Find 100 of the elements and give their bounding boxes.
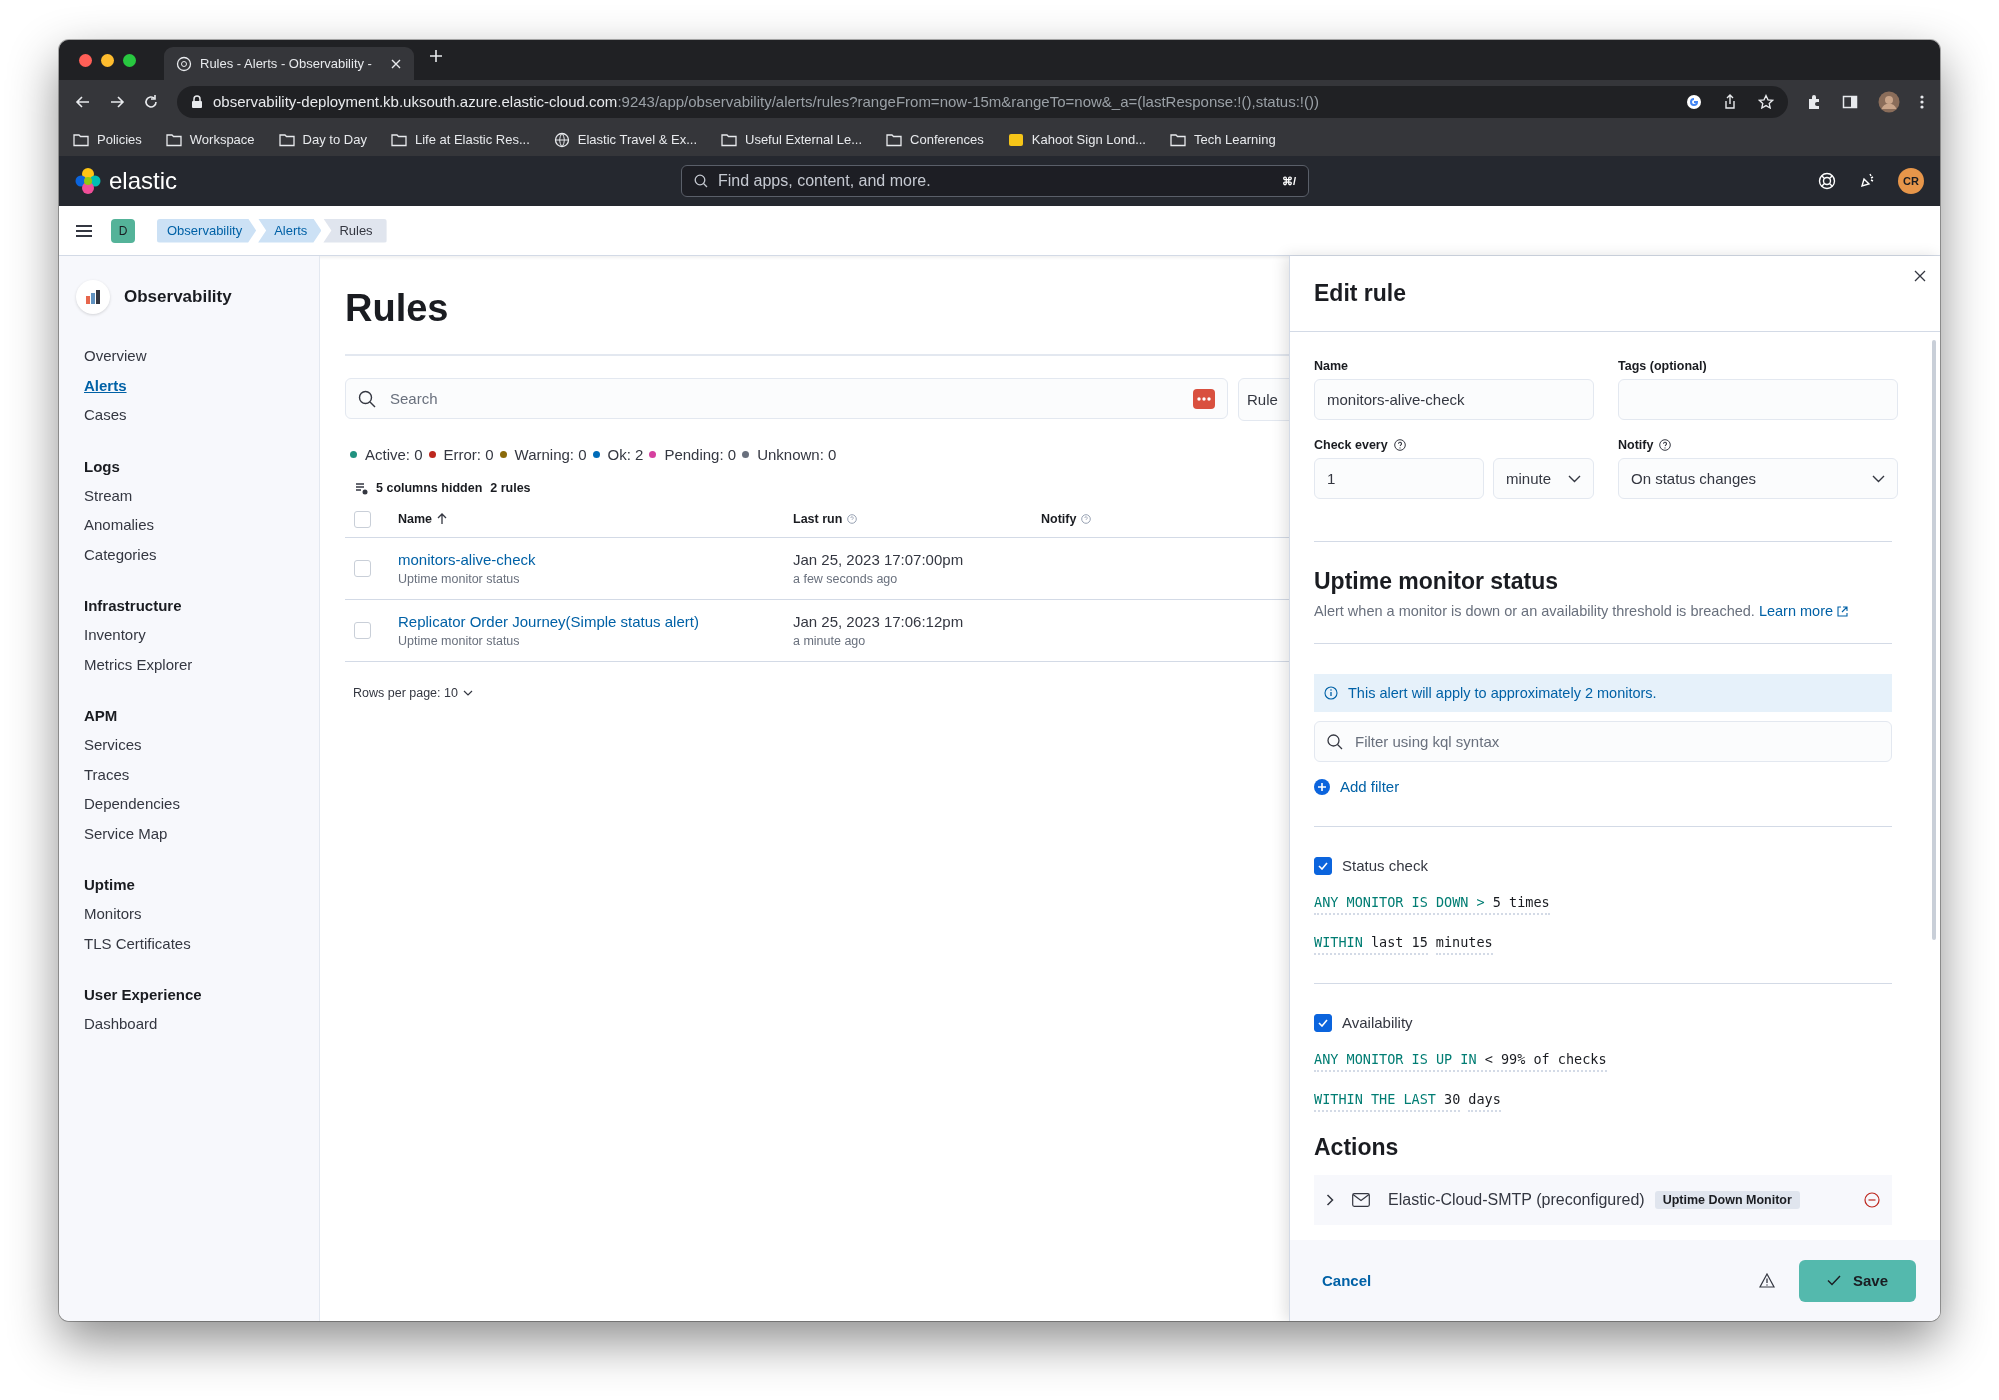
share-icon[interactable] [1722, 93, 1738, 110]
globe-icon [553, 131, 570, 148]
user-avatar[interactable]: CR [1898, 168, 1924, 194]
help-icon[interactable] [1659, 439, 1672, 451]
filter-field[interactable]: Filter using kql syntax [1314, 721, 1892, 762]
nav-link[interactable]: Monitors [84, 904, 142, 934]
expression-button[interactable]: minutes [1435, 933, 1493, 955]
nav-link[interactable]: Inventory [84, 625, 146, 655]
rule-name-link[interactable]: Replicator Order Journey(Simple status alert) [398, 613, 699, 630]
remove-icon[interactable] [1864, 1191, 1880, 1208]
field-label: Tags (optional) [1618, 359, 1707, 373]
star-icon[interactable] [1758, 93, 1774, 110]
search-field[interactable]: Find apps, content, and more. ⌘/ [681, 165, 1309, 197]
column-header[interactable]: Notify [1041, 512, 1077, 526]
row-checkbox[interactable] [354, 622, 371, 639]
flyout-title: Edit rule [1314, 280, 1406, 307]
window-control[interactable] [79, 53, 92, 67]
chevron-icon[interactable] [1326, 1193, 1334, 1206]
column-header[interactable]: Name [398, 512, 433, 526]
caret-icon [1872, 474, 1885, 483]
search-field[interactable]: Search [345, 378, 1228, 419]
warning-icon[interactable] [1759, 1273, 1775, 1288]
bookmark[interactable]: Policies [73, 131, 142, 148]
tags-field[interactable] [1618, 379, 1898, 420]
hidden-columns-count[interactable]: 5 columns hidden [376, 481, 483, 495]
bar-chart-icon [85, 289, 101, 305]
checkbox[interactable] [1314, 856, 1332, 875]
expression-button[interactable]: ANY MONITOR IS UP IN < 99% of checks [1314, 1050, 1607, 1072]
bookmark[interactable]: Elastic Travel & Ex... [553, 131, 697, 148]
nav-link[interactable]: Anomalies [84, 515, 155, 545]
window-control[interactable] [101, 53, 114, 67]
interval-field[interactable]: 1 [1314, 458, 1484, 499]
nav-link[interactable]: Cases [84, 405, 127, 435]
elastic-logo-icon[interactable] [75, 167, 101, 195]
nav-link[interactable]: Alerts [84, 375, 127, 405]
select-all-checkbox[interactable] [354, 510, 371, 528]
breadcrumb[interactable]: Rules [323, 218, 387, 243]
space-avatar[interactable]: D [111, 218, 135, 243]
scrollbar[interactable] [1932, 340, 1936, 940]
check-icon [1826, 1275, 1841, 1286]
breadcrumb[interactable]: Observability [157, 218, 257, 243]
column-header[interactable]: Last run [793, 512, 843, 526]
more-icon[interactable] [1193, 388, 1215, 409]
nav-link[interactable]: TLS Certificates [84, 933, 191, 963]
address-bar[interactable]: observability-deployment.kb.uksouth.azure.elastic-cloud.com:9243/app/observability/alerts/rules?rangeFrom=now-15m&rangeTo=now&_a=(lastResponse:!(),status:!()) [177, 85, 1788, 118]
nav-link[interactable]: Stream [84, 485, 133, 515]
rows-per-page-button[interactable]: Rows per page: 10 [353, 686, 473, 700]
rule-status-filter[interactable]: Rule [1238, 378, 1289, 421]
nav-link[interactable]: Categories [84, 544, 157, 574]
close-icon[interactable] [1914, 270, 1926, 282]
bookmark[interactable]: Workspace [165, 131, 255, 148]
expression-button[interactable]: WITHIN last 15 [1314, 933, 1428, 955]
cancel-button[interactable]: Cancel [1322, 1272, 1372, 1289]
bookmark[interactable]: Tech Learning [1170, 131, 1276, 148]
callout-message: This alert will apply to approximately 2 monitors. [1348, 685, 1657, 701]
last-run-time: Jan 25, 2023 17:06:12pm [793, 613, 964, 630]
nav-link[interactable]: Service Map [84, 823, 168, 853]
rule-name-link[interactable]: monitors-alive-check [398, 551, 536, 568]
back-icon[interactable] [75, 93, 91, 110]
status-count: Unknown: 0 [757, 446, 837, 463]
interval-unit-select[interactable]: minute [1493, 458, 1594, 499]
add-filter-button[interactable]: Add filter [1314, 778, 1400, 795]
forward-icon[interactable] [109, 93, 125, 110]
folder-icon [73, 131, 89, 148]
expression-button[interactable]: days [1468, 1090, 1501, 1112]
status-count: Pending: 0 [664, 446, 737, 463]
nav-link[interactable]: Dashboard [84, 1014, 158, 1044]
browser-tab[interactable]: Rules - Alerts - Observability - [164, 47, 414, 80]
profile-avatar-icon[interactable] [1878, 90, 1900, 113]
bookmark[interactable]: Useful External Le... [721, 131, 863, 148]
row-checkbox[interactable] [354, 560, 371, 577]
help-icon[interactable] [1393, 439, 1406, 451]
nav-link[interactable]: Dependencies [84, 794, 180, 824]
sidebar-icon[interactable] [1842, 93, 1858, 110]
news-icon[interactable] [1858, 172, 1876, 190]
new-tab-icon[interactable] [428, 48, 444, 64]
nav-link[interactable]: Overview [84, 346, 147, 376]
nav-link[interactable]: Traces [84, 764, 130, 794]
nav-link[interactable]: Metrics Explorer [84, 654, 193, 684]
google-icon[interactable] [1686, 93, 1702, 110]
checkbox[interactable] [1314, 1013, 1332, 1032]
breadcrumb[interactable]: Alerts [258, 218, 322, 243]
window-control[interactable] [123, 53, 136, 67]
menu-icon[interactable] [1920, 93, 1924, 110]
notify-select[interactable]: On status changes [1618, 458, 1898, 499]
rule-type: Uptime monitor status [398, 634, 520, 648]
menu-icon[interactable] [75, 223, 93, 238]
learn-more-link[interactable]: Learn more [1758, 603, 1849, 619]
save-button[interactable]: Save [1799, 1259, 1916, 1302]
expression-button[interactable]: ANY MONITOR IS DOWN > 5 times [1314, 893, 1550, 915]
bookmark[interactable]: Conferences [886, 131, 984, 148]
name-field[interactable]: monitors-alive-check [1314, 379, 1594, 420]
nav-link[interactable]: Services [84, 735, 142, 765]
sort-arrow-icon[interactable] [437, 513, 448, 525]
reload-icon[interactable] [143, 93, 159, 110]
bookmark[interactable]: Day to Day [278, 131, 367, 148]
bookmark[interactable]: Life at Elastic Res... [390, 131, 530, 148]
expression-button[interactable]: WITHIN THE LAST 30 [1314, 1090, 1461, 1112]
bookmark[interactable]: Kahoot Sign Lond... [1007, 131, 1146, 148]
extensions-icon[interactable] [1806, 93, 1822, 110]
